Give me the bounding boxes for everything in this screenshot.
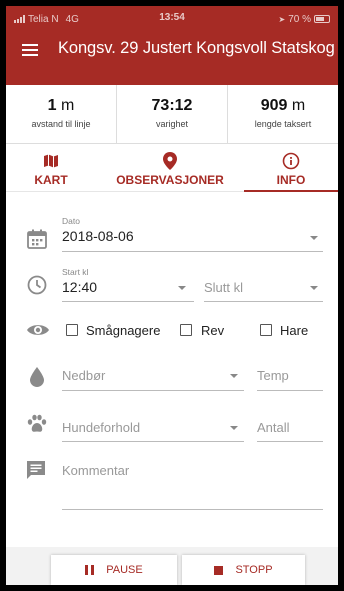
- stat-distance-unit: m: [61, 97, 75, 114]
- dog-conditions-dropdown-icon[interactable]: [230, 426, 238, 430]
- tab-map[interactable]: KART: [6, 144, 96, 191]
- stop-icon: [214, 565, 224, 575]
- tab-info[interactable]: INFO: [244, 144, 338, 192]
- page-title: Kongsv. 29 Justert Kongsvoll Statskog: [58, 39, 335, 57]
- temp-field[interactable]: Temp: [257, 368, 289, 383]
- checkbox-smagnagere[interactable]: [66, 324, 78, 336]
- stat-duration-label: varighet: [155, 119, 189, 129]
- date-underline: [62, 251, 323, 252]
- location-pin-icon: [96, 151, 244, 171]
- stat-length-unit: m: [291, 97, 306, 114]
- precip-dropdown-icon[interactable]: [230, 374, 238, 378]
- pause-button[interactable]: PAUSE: [51, 555, 177, 585]
- tab-observations-label: OBSERVASJONER: [116, 173, 224, 187]
- stop-button-label: STOPP: [235, 564, 273, 576]
- comment-field[interactable]: Kommentar: [62, 463, 129, 478]
- info-icon: [244, 151, 338, 171]
- battery-icon: [314, 15, 330, 23]
- pause-icon: [85, 565, 95, 575]
- bottom-action-bar: PAUSE STOPP: [6, 547, 338, 585]
- paw-icon: [26, 413, 48, 435]
- calendar-icon: [26, 228, 48, 250]
- eye-icon: [26, 322, 49, 344]
- stat-duration-value: 73:12: [151, 97, 193, 114]
- comment-underline: [62, 509, 323, 510]
- date-row: Dato 2018-08-06: [6, 212, 338, 262]
- location-arrow-icon: ➤: [278, 14, 286, 24]
- checkbox-hare-label: Hare: [280, 323, 309, 338]
- app-screen: Telia N 4G 13:54 ➤ 70 % Kongsv. 29 Juste…: [6, 6, 338, 585]
- count-field[interactable]: Antall: [257, 420, 290, 435]
- stat-length-label: lengde taksert: [254, 119, 312, 129]
- app-bar: Telia N 4G 13:54 ➤ 70 % Kongsv. 29 Juste…: [6, 6, 338, 85]
- count-underline: [257, 441, 323, 442]
- stat-distance-value: 1: [47, 97, 57, 114]
- checkbox-rev[interactable]: [180, 324, 192, 336]
- battery-percent: 70 %: [288, 13, 311, 25]
- stat-duration: 73:12 varighet: [117, 85, 228, 143]
- clock-icon: [26, 274, 48, 296]
- dog-conditions-underline: [62, 441, 244, 442]
- precip-underline: [62, 390, 244, 391]
- precip-field[interactable]: Nedbør: [62, 368, 105, 383]
- map-icon: [6, 151, 96, 171]
- stats-panel: 1 m avstand til linje 73:12 varighet 909…: [6, 85, 338, 144]
- water-drop-icon: [26, 366, 48, 388]
- start-time-label: Start kl: [62, 267, 89, 277]
- date-label: Dato: [62, 216, 80, 226]
- date-field[interactable]: 2018-08-06: [62, 228, 134, 244]
- pause-button-label: PAUSE: [106, 564, 143, 576]
- checkbox-rev-label: Rev: [201, 323, 225, 338]
- status-battery: ➤ 70 %: [278, 12, 330, 26]
- tab-info-label: INFO: [276, 173, 306, 187]
- comment-icon: [26, 460, 48, 482]
- species-row: Smågnagere Rev Hare: [6, 314, 338, 348]
- checkbox-hare[interactable]: [260, 324, 272, 336]
- menu-button[interactable]: [20, 40, 42, 60]
- end-time-underline: [204, 301, 323, 302]
- time-row: Start kl 12:40 Slutt kl: [6, 258, 338, 308]
- hamburger-icon: [22, 44, 38, 46]
- start-time-dropdown-icon[interactable]: [178, 286, 186, 290]
- tab-observations[interactable]: OBSERVASJONER: [96, 144, 244, 191]
- end-time-field[interactable]: Slutt kl: [204, 280, 243, 295]
- stat-distance-label: avstand til linje: [31, 119, 91, 129]
- checkbox-smagnagere-label: Smågnagere: [86, 323, 161, 338]
- stat-length-value: 909: [260, 97, 288, 114]
- end-time-dropdown-icon[interactable]: [310, 286, 318, 290]
- stop-button[interactable]: STOPP: [182, 555, 305, 585]
- date-dropdown-icon[interactable]: [310, 236, 318, 240]
- tab-map-label: KART: [34, 173, 68, 187]
- start-time-field[interactable]: 12:40: [62, 279, 97, 295]
- temp-underline: [257, 390, 323, 391]
- dog-row: Hundeforhold Antall: [6, 410, 338, 446]
- stat-length: 909 m lengde taksert: [228, 85, 338, 143]
- precip-row: Nedbør Temp: [6, 362, 338, 398]
- stat-distance: 1 m avstand til linje: [6, 85, 117, 143]
- dog-conditions-field[interactable]: Hundeforhold: [62, 420, 140, 435]
- start-time-underline: [62, 301, 194, 302]
- tab-bar: KART OBSERVASJONER INFO: [6, 144, 338, 192]
- comment-row: Kommentar: [6, 458, 338, 516]
